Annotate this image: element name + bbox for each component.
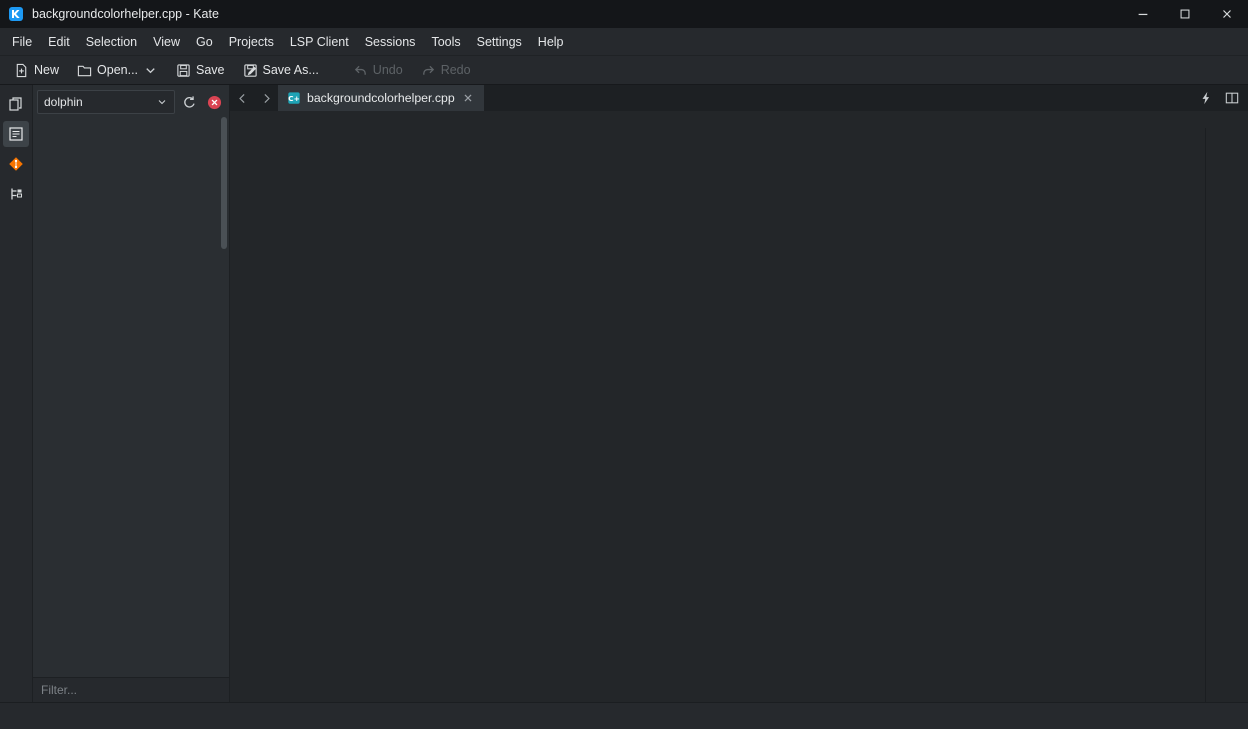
documents-toolview-button[interactable] <box>3 91 29 117</box>
tab-title: backgroundcolorhelper.cpp <box>307 91 455 105</box>
minimize-button[interactable] <box>1122 0 1164 28</box>
close-project-button[interactable] <box>203 91 225 113</box>
projects-sidebar-header: dolphin <box>33 85 229 119</box>
window-controls <box>1122 0 1248 28</box>
close-red-icon <box>207 95 222 110</box>
tab-bar: C+ backgroundcolorhelper.cpp <box>230 85 1248 111</box>
toolview-icon-strip <box>0 85 33 702</box>
chevron-right-icon <box>260 92 273 105</box>
code-editor[interactable] <box>230 128 1205 702</box>
main-area: dolphin C+ backgroundcolorhelper.cpp <box>0 85 1248 702</box>
symbols-toolview-button[interactable] <box>3 181 29 207</box>
redo-label: Redo <box>441 63 471 77</box>
menu-view[interactable]: View <box>145 31 188 53</box>
menu-sessions[interactable]: Sessions <box>357 31 424 53</box>
nav-back-button[interactable] <box>230 85 254 111</box>
save-button[interactable]: Save <box>168 60 233 81</box>
git-toolview-button[interactable] <box>3 151 29 177</box>
open-folder-icon <box>77 63 92 78</box>
redo-button[interactable]: Redo <box>413 60 479 81</box>
projects-icon <box>8 126 24 142</box>
lightning-icon <box>1199 91 1213 105</box>
documents-icon <box>8 96 24 112</box>
close-window-button[interactable] <box>1206 0 1248 28</box>
editor-area: C+ backgroundcolorhelper.cpp <box>230 85 1248 702</box>
new-document-icon <box>14 63 29 78</box>
toolbar: New Open... Save Save As... Undo Redo <box>0 56 1248 85</box>
minimap[interactable] <box>1205 128 1248 702</box>
reload-project-button[interactable] <box>178 91 200 113</box>
maximize-button[interactable] <box>1164 0 1206 28</box>
quick-open-button[interactable] <box>1194 86 1218 110</box>
projects-sidebar: dolphin <box>33 85 230 702</box>
undo-icon <box>353 63 368 78</box>
menu-lsp-client[interactable]: LSP Client <box>282 31 357 53</box>
menubar: FileEditSelectionViewGoProjectsLSP Clien… <box>0 28 1248 56</box>
save-as-label: Save As... <box>263 63 319 77</box>
tab-close-icon[interactable] <box>461 91 475 105</box>
menu-help[interactable]: Help <box>530 31 572 53</box>
split-view-icon <box>1225 91 1239 105</box>
project-file-tree <box>33 119 229 677</box>
save-as-button[interactable]: Save As... <box>235 60 327 81</box>
window-title: backgroundcolorhelper.cpp - Kate <box>32 7 219 21</box>
menu-file[interactable]: File <box>4 31 40 53</box>
chevron-down-icon <box>156 96 168 108</box>
menu-settings[interactable]: Settings <box>469 31 530 53</box>
scrollbar-thumb[interactable] <box>221 117 227 249</box>
project-filter-input[interactable] <box>33 677 229 702</box>
project-selector[interactable]: dolphin <box>37 90 175 114</box>
menu-selection[interactable]: Selection <box>78 31 145 53</box>
menu-go[interactable]: Go <box>188 31 221 53</box>
split-view-button[interactable] <box>1220 86 1244 110</box>
menu-projects[interactable]: Projects <box>221 31 282 53</box>
undo-button[interactable]: Undo <box>345 60 411 81</box>
kate-logo-icon <box>8 6 24 22</box>
chevron-down-icon <box>143 63 158 78</box>
code-wrap <box>230 128 1248 702</box>
undo-label: Undo <box>373 63 403 77</box>
minimize-icon <box>1136 7 1150 21</box>
cpp-file-icon: C+ <box>287 91 301 105</box>
menu-edit[interactable]: Edit <box>40 31 78 53</box>
maximize-icon <box>1178 7 1192 21</box>
symbols-icon <box>8 186 24 202</box>
tab-backgroundcolorhelper-cpp[interactable]: C+ backgroundcolorhelper.cpp <box>278 85 484 111</box>
close-icon <box>1220 7 1234 21</box>
redo-icon <box>421 63 436 78</box>
statusbar <box>0 702 1248 729</box>
save-icon <box>176 63 191 78</box>
git-icon <box>8 156 24 172</box>
breadcrumb <box>230 111 1248 128</box>
menu-tools[interactable]: Tools <box>423 31 468 53</box>
kate-window: backgroundcolorhelper.cpp - Kate FileEdi… <box>0 0 1248 729</box>
sidebar-scrollbar[interactable] <box>221 117 227 672</box>
save-as-icon <box>243 63 258 78</box>
refresh-icon <box>182 95 197 110</box>
tabbar-actions <box>1194 85 1248 111</box>
projects-toolview-button[interactable] <box>3 121 29 147</box>
project-selector-value: dolphin <box>44 95 83 109</box>
new-button[interactable]: New <box>6 60 67 81</box>
save-label: Save <box>196 63 225 77</box>
new-label: New <box>34 63 59 77</box>
open-button[interactable]: Open... <box>69 60 166 81</box>
open-label: Open... <box>97 63 138 77</box>
nav-forward-button[interactable] <box>254 85 278 111</box>
svg-text:C+: C+ <box>288 94 300 103</box>
chevron-left-icon <box>236 92 249 105</box>
titlebar: backgroundcolorhelper.cpp - Kate <box>0 0 1248 28</box>
